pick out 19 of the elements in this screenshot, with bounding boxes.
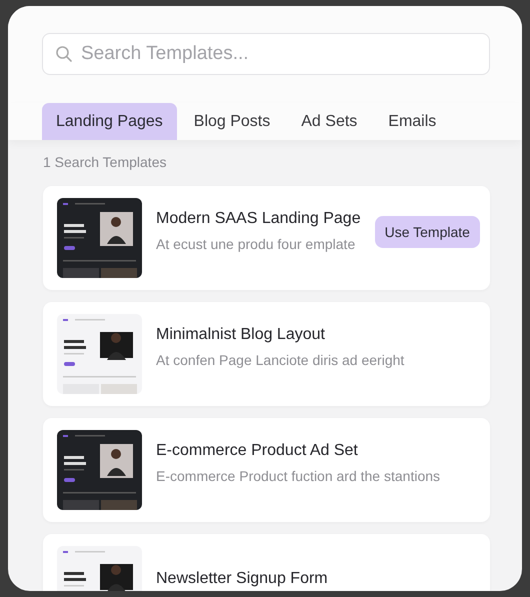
search-field[interactable]: Search Templates... — [42, 33, 490, 75]
tab[interactable]: Emails — [374, 103, 450, 140]
template-description: At ecust une produ four emplate — [156, 236, 356, 252]
template-title: Minimalnist Blog Layout — [156, 326, 326, 344]
template-card[interactable]: Newsletter Signup Form — [43, 534, 490, 591]
template-title: Modern SAAS Landing Page — [156, 210, 361, 228]
template-description: At confen Page Lanciote diris ad eeright — [156, 352, 406, 368]
tab[interactable]: Landing Pages — [42, 103, 177, 140]
template-title: E-commerce Product Ad Set — [156, 442, 359, 460]
template-description: E-commerce Product fuction ard the stantions — [156, 468, 442, 484]
tab[interactable]: Ad Sets — [287, 103, 372, 140]
result-count: 1 Search Templates — [43, 154, 168, 170]
tab[interactable]: Blog Posts — [180, 103, 284, 140]
template-card[interactable]: Minimalnist Blog Layout At confen Page Lanciote diris ad eeright — [43, 302, 490, 406]
use-template-button[interactable]: Use Template — [374, 216, 480, 248]
template-title: Newsletter Signup Form — [156, 570, 329, 588]
template-card[interactable]: Modern SAAS Landing Page At ecust une produ four emplate Use Template — [43, 186, 490, 290]
search-icon — [55, 45, 73, 63]
template-card[interactable]: E-commerce Product Ad Set E-commerce Product fuction ard the stantions — [43, 418, 490, 522]
